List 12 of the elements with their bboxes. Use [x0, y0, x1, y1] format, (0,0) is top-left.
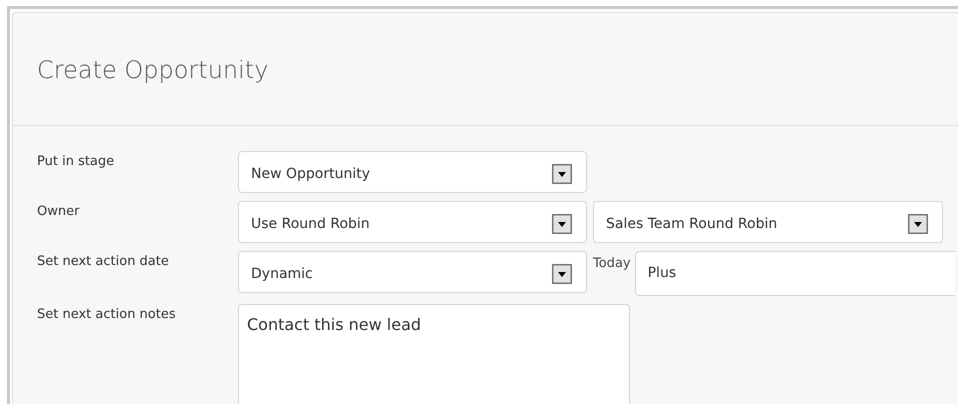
field-label: Set next action notes — [37, 306, 177, 322]
field-label: Owner — [37, 203, 80, 219]
field-label: Set next action date — [37, 253, 170, 269]
input-field[interactable]: Plus — [634, 251, 955, 296]
field-label: Put in stage — [37, 153, 116, 169]
dropdown[interactable]: Sales Team Round Robin — [593, 201, 943, 243]
dropdown[interactable]: New Opportunity — [238, 151, 587, 193]
dropdown[interactable]: Dynamic — [238, 251, 587, 293]
field-caption: Today — [593, 255, 631, 271]
notes-field[interactable]: Contact this new lead — [238, 304, 630, 404]
dialog-title: Create Opportunity — [37, 56, 270, 84]
dropdown[interactable]: Use Round Robin — [238, 201, 587, 243]
